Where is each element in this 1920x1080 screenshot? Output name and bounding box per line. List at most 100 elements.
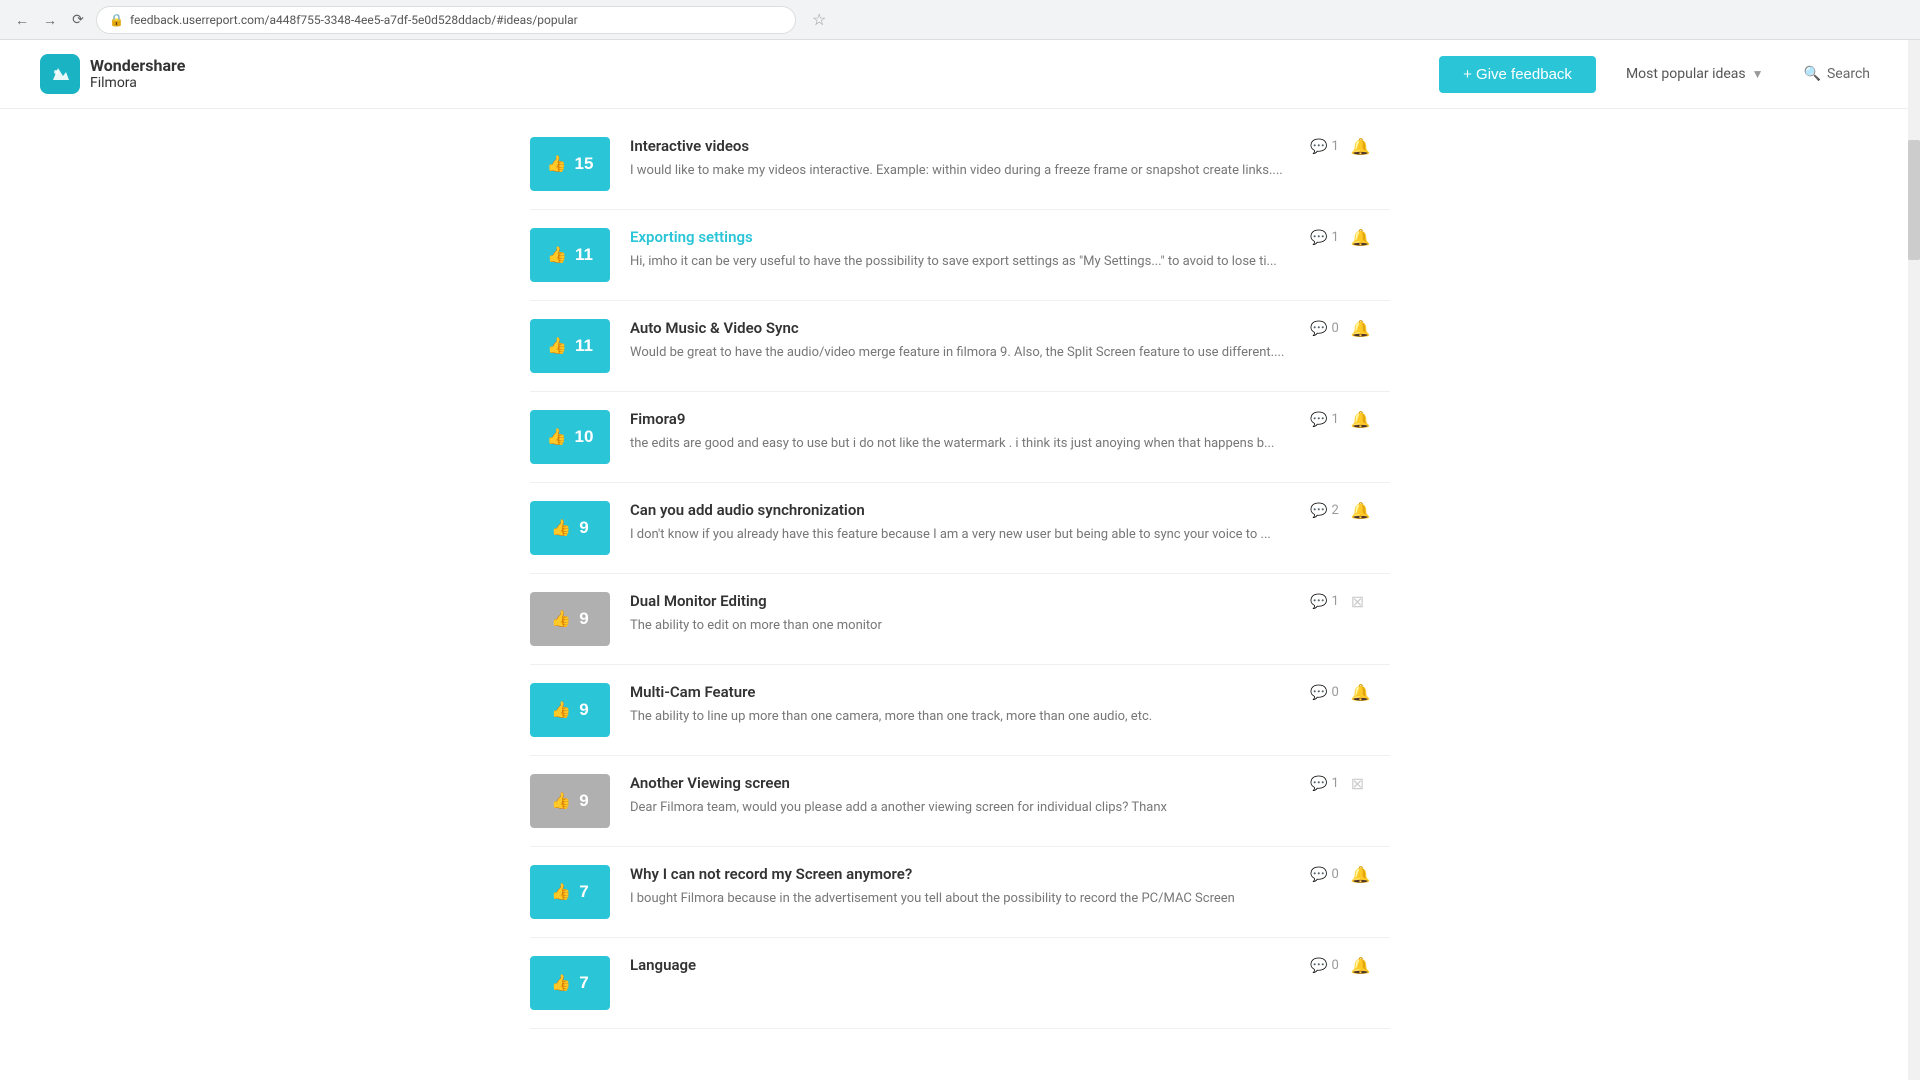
scrollbar[interactable] <box>1908 40 1920 1080</box>
comment-count: 1 <box>1331 412 1338 427</box>
vote-button[interactable]: 👍 10 <box>530 410 610 464</box>
idea-title: Can you add audio synchronization <box>630 501 1290 521</box>
idea-content: Can you add audio synchronization I don'… <box>630 501 1290 544</box>
comment-area[interactable]: 💬 1 <box>1310 594 1339 610</box>
comment-area[interactable]: 💬 1 <box>1310 139 1339 155</box>
idea-content: Language <box>630 956 1290 981</box>
vote-button[interactable]: 👍 9 <box>530 592 610 646</box>
vote-count: 10 <box>575 427 594 447</box>
idea-description: the edits are good and easy to use but i… <box>630 435 1290 453</box>
comment-area[interactable]: 💬 1 <box>1310 412 1339 428</box>
comment-count: 0 <box>1331 685 1338 700</box>
logo-area[interactable]: Wondershare Filmora <box>40 54 185 94</box>
vote-button[interactable]: 👍 7 <box>530 956 610 1010</box>
list-item: 👍 7 Why I can not record my Screen anymo… <box>530 847 1390 938</box>
vote-button[interactable]: 👍 7 <box>530 865 610 919</box>
scrollbar-thumb[interactable] <box>1908 140 1920 260</box>
comment-area[interactable]: 💬 1 <box>1310 776 1339 792</box>
give-feedback-button[interactable]: + Give feedback <box>1439 56 1596 93</box>
vote-button[interactable]: 👍 11 <box>530 228 610 282</box>
vote-button[interactable]: 👍 11 <box>530 319 610 373</box>
vote-count: 9 <box>579 518 588 538</box>
hourglass-icon[interactable]: ⊠ <box>1351 774 1364 793</box>
forward-button[interactable]: → <box>40 10 60 30</box>
comment-area[interactable]: 💬 0 <box>1310 958 1339 974</box>
bell-icon[interactable]: 🔔 <box>1351 683 1371 702</box>
search-area[interactable]: 🔍 Search <box>1794 60 1880 88</box>
list-item: 👍 9 Can you add audio synchronization I … <box>530 483 1390 574</box>
lock-icon: 🔒 <box>109 13 124 27</box>
bell-icon[interactable]: 🔔 <box>1351 319 1371 338</box>
comment-icon: 💬 <box>1310 776 1327 792</box>
thumbs-up-icon: 👍 <box>551 973 571 993</box>
idea-description: I would like to make my videos interacti… <box>630 162 1290 180</box>
comment-count: 1 <box>1331 594 1338 609</box>
product-name: Filmora <box>90 75 185 92</box>
idea-title: Another Viewing screen <box>630 774 1290 794</box>
hourglass-icon[interactable]: ⊠ <box>1351 592 1364 611</box>
sort-label: Most popular ideas <box>1626 66 1746 82</box>
thumbs-up-icon: 👍 <box>551 700 571 720</box>
idea-meta: 💬 0 🔔 <box>1310 865 1390 884</box>
list-item: 👍 10 Fimora9 the edits are good and easy… <box>530 392 1390 483</box>
comment-icon: 💬 <box>1310 503 1327 519</box>
bell-icon[interactable]: 🔔 <box>1351 956 1371 975</box>
idea-meta: 💬 0 🔔 <box>1310 319 1390 338</box>
thumbs-up-icon: 👍 <box>547 336 567 356</box>
list-item: 👍 11 Auto Music & Video Sync Would be gr… <box>530 301 1390 392</box>
idea-description: The ability to line up more than one cam… <box>630 708 1290 726</box>
idea-meta: 💬 1 🔔 <box>1310 228 1390 247</box>
idea-content: Dual Monitor Editing The ability to edit… <box>630 592 1290 635</box>
vote-count: 9 <box>579 700 588 720</box>
vote-count: 15 <box>575 154 594 174</box>
bell-icon[interactable]: 🔔 <box>1351 865 1371 884</box>
ideas-list: 👍 15 Interactive videos I would like to … <box>530 119 1390 1029</box>
thumbs-up-icon: 👍 <box>547 154 567 174</box>
bell-icon[interactable]: 🔔 <box>1351 410 1371 429</box>
url-text: feedback.userreport.com/a448f755-3348-4e… <box>130 13 578 27</box>
chevron-down-icon: ▼ <box>1752 67 1764 81</box>
comment-icon: 💬 <box>1310 230 1327 246</box>
back-button[interactable]: ← <box>12 10 32 30</box>
thumbs-up-icon: 👍 <box>547 427 567 447</box>
comment-area[interactable]: 💬 0 <box>1310 321 1339 337</box>
vote-button[interactable]: 👍 9 <box>530 683 610 737</box>
vote-count: 11 <box>575 245 593 265</box>
idea-content: Fimora9 the edits are good and easy to u… <box>630 410 1290 453</box>
vote-button[interactable]: 👍 9 <box>530 774 610 828</box>
thumbs-up-icon: 👍 <box>551 791 571 811</box>
bell-icon[interactable]: 🔔 <box>1351 501 1371 520</box>
bell-icon[interactable]: 🔔 <box>1351 228 1371 247</box>
bell-icon[interactable]: 🔔 <box>1351 137 1371 156</box>
idea-content: Another Viewing screen Dear Filmora team… <box>630 774 1290 817</box>
main-content: 👍 15 Interactive videos I would like to … <box>510 109 1410 1039</box>
comment-area[interactable]: 💬 0 <box>1310 867 1339 883</box>
vote-button[interactable]: 👍 15 <box>530 137 610 191</box>
vote-button[interactable]: 👍 9 <box>530 501 610 555</box>
idea-meta: 💬 1 🔔 <box>1310 410 1390 429</box>
thumbs-up-icon: 👍 <box>551 518 571 538</box>
comment-count: 0 <box>1331 958 1338 973</box>
comment-area[interactable]: 💬 2 <box>1310 503 1339 519</box>
comment-count: 1 <box>1331 230 1338 245</box>
idea-description: I don't know if you already have this fe… <box>630 526 1290 544</box>
bookmark-icon[interactable]: ☆ <box>812 10 826 29</box>
idea-meta: 💬 0 🔔 <box>1310 683 1390 702</box>
sort-dropdown[interactable]: Most popular ideas ▼ <box>1616 60 1774 88</box>
idea-title: Dual Monitor Editing <box>630 592 1290 612</box>
list-item: 👍 9 Multi-Cam Feature The ability to lin… <box>530 665 1390 756</box>
vote-count: 9 <box>579 791 588 811</box>
idea-meta: 💬 2 🔔 <box>1310 501 1390 520</box>
idea-title: Language <box>630 956 1290 976</box>
vote-count: 11 <box>575 336 593 356</box>
address-bar[interactable]: 🔒 feedback.userreport.com/a448f755-3348-… <box>96 6 796 34</box>
comment-area[interactable]: 💬 1 <box>1310 230 1339 246</box>
comment-area[interactable]: 💬 0 <box>1310 685 1339 701</box>
idea-title[interactable]: Exporting settings <box>630 228 1290 248</box>
list-item: 👍 11 Exporting settings Hi, imho it can … <box>530 210 1390 301</box>
comment-count: 1 <box>1331 139 1338 154</box>
vote-count: 7 <box>579 882 588 902</box>
reload-button[interactable]: ⟳ <box>68 10 88 30</box>
list-item: 👍 15 Interactive videos I would like to … <box>530 119 1390 210</box>
comment-count: 0 <box>1331 867 1338 882</box>
